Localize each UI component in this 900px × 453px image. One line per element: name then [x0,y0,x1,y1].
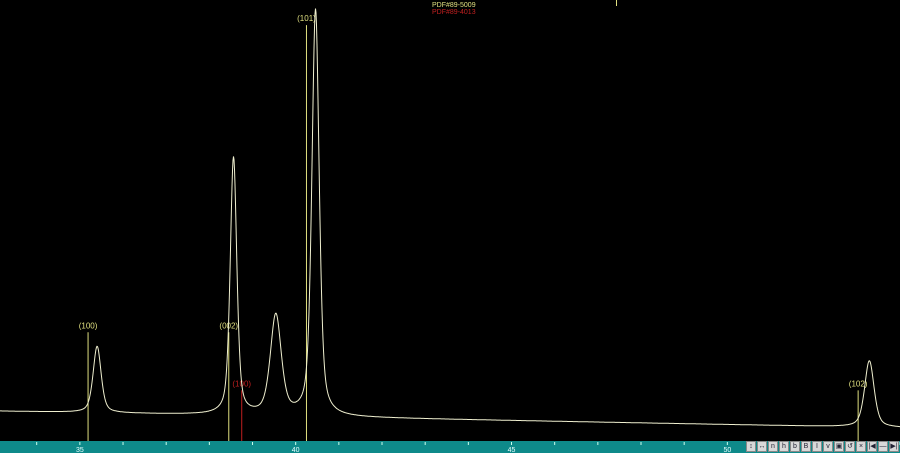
xrd-viewer: (100) (002) (101) (102) (100) PDF#89-5009 PD… [0,0,900,453]
toolbar-button[interactable]: ↺ [845,441,855,452]
x-tick-label: 45 [508,447,516,453]
x-tick-label: 40 [292,447,300,453]
pdf-card-label-1[interactable]: PDF#89-5009 [432,2,476,9]
toolbar-button[interactable]: h [779,441,789,452]
pattern-line [0,8,900,428]
reference-label: (100) [79,321,98,330]
toolbar-button[interactable]: ↕ [746,441,756,452]
toolbar-button[interactable]: — [878,441,888,452]
toolbar-button[interactable]: B [801,441,811,452]
x-tick-label: 35 [76,447,84,453]
reference-label: (101) [297,14,316,23]
pdf-card-label-2[interactable]: PDF#89-4013 [432,9,476,16]
toolbar-button[interactable]: ▣ [834,441,844,452]
toolbar-button[interactable]: |◀ [867,441,877,452]
toolbar-button[interactable]: ▶| [889,441,899,452]
toolbar-button[interactable]: ↔ [757,441,767,452]
toolbar: ↕ ↔ n h b B Iv ▣ ↺ × |◀ — ▶| [746,441,900,453]
diffraction-plot[interactable]: (100) (002)(101)(102)(100) [0,0,900,441]
toolbar-button[interactable]: I [812,441,822,452]
toolbar-button[interactable]: × [856,441,866,452]
toolbar-button[interactable]: v [823,441,833,452]
x-tick-label: 50 [723,447,731,453]
cursor-marker[interactable] [616,0,617,6]
toolbar-button[interactable]: b [790,441,800,452]
toolbar-button[interactable]: n [768,441,778,452]
